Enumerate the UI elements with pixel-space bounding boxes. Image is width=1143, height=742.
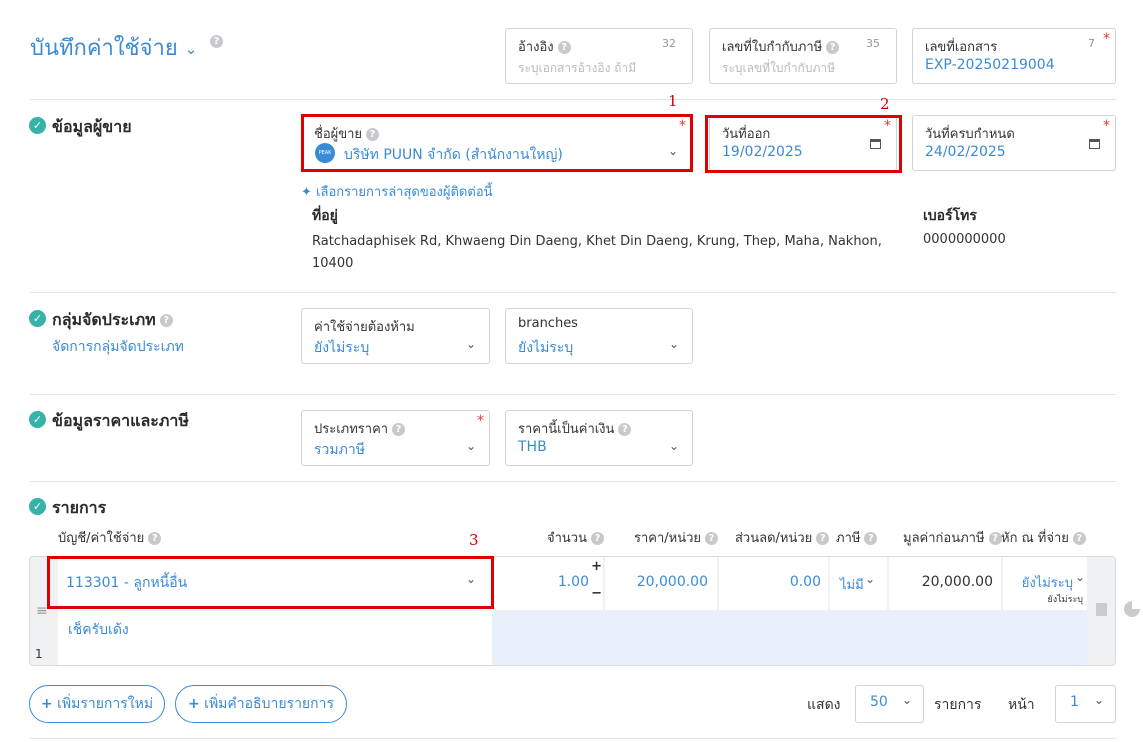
- description-extra-area: [493, 611, 1087, 665]
- page-label: หน้า: [1008, 697, 1035, 713]
- column-header-pretax: มูลค่าก่อนภาษี?: [903, 527, 1002, 548]
- plus-icon: +: [40, 696, 53, 712]
- annotation-box-3: [47, 556, 494, 609]
- annotation-label-1: 1: [668, 92, 678, 110]
- chevron-down-icon: ⌄: [466, 337, 477, 351]
- page-size-select[interactable]: 50 ⌄: [855, 685, 924, 723]
- address-label: ที่อยู่: [312, 208, 338, 224]
- divider: [30, 738, 1116, 739]
- due-date-field[interactable]: วันที่ครบกำหนด * 24/02/2025: [912, 115, 1116, 171]
- help-icon: ?: [988, 532, 1002, 545]
- document-number-value: EXP-20250219004: [925, 57, 1055, 73]
- help-icon: ?: [705, 532, 719, 545]
- section-title-pricing: ข้อมูลราคาและภาษี: [52, 411, 189, 430]
- chevron-down-icon: ⌄: [1074, 570, 1085, 584]
- check-icon: ✓: [29, 411, 46, 428]
- pick-recent-link[interactable]: ✦ เลือกรายการล่าสุดของผู้ติดต่อนี้: [301, 181, 493, 202]
- tax-select[interactable]: ไม่มี ⌄: [830, 557, 887, 610]
- address-line: 10400: [312, 256, 354, 271]
- price-type-select[interactable]: ประเภทราคา? * รวมภาษี ⌄: [301, 410, 490, 466]
- column-header-withhold: หัก ณ ที่จ่าย?: [1001, 527, 1086, 548]
- section-title-seller: ข้อมูลผู้ขาย: [52, 117, 132, 136]
- magic-wand-icon: ✦: [301, 185, 312, 200]
- due-date-value: 24/02/2025: [925, 144, 1006, 160]
- annotation-box-1: [301, 114, 693, 172]
- page-select[interactable]: 1 ⌄: [1055, 685, 1116, 723]
- chevron-down-icon: ⌄: [184, 40, 198, 58]
- section-title-category: กลุ่มจัดประเภท?: [52, 308, 173, 333]
- column-header-qty: จำนวน?: [547, 527, 604, 548]
- tax-invoice-placeholder: ระบุเลขที่ใบกำกับภาษี: [722, 61, 835, 75]
- chevron-down-icon: ⌄: [669, 439, 680, 453]
- annotation-label-2: 2: [880, 95, 890, 113]
- required-mark: *: [1103, 31, 1110, 47]
- calendar-icon[interactable]: [1089, 139, 1100, 149]
- add-description-button[interactable]: + เพิ่มคำอธิบายรายการ: [175, 685, 347, 723]
- help-icon: ?: [210, 35, 223, 48]
- decrement-icon[interactable]: −: [591, 586, 602, 601]
- divider: [30, 394, 1116, 395]
- drag-handle-icon[interactable]: ≡: [36, 603, 48, 619]
- trash-icon[interactable]: [1096, 603, 1107, 616]
- tax-invoice-field[interactable]: เลขที่ใบกำกับภาษี? 35 ระบุเลขที่ใบกำกับภ…: [709, 28, 897, 84]
- divider: [30, 292, 1116, 293]
- chevron-down-icon: ⌄: [669, 337, 680, 351]
- pretax-value: 20,000.00: [889, 557, 1001, 610]
- help-icon: ?: [591, 532, 604, 545]
- help-icon: ?: [557, 41, 571, 54]
- help-icon: ?: [826, 41, 840, 54]
- discount-input[interactable]: 0.00: [719, 557, 828, 610]
- pie-chart-icon[interactable]: [1124, 601, 1140, 617]
- document-number-field[interactable]: เลขที่เอกสาร 7 * EXP-20250219004: [912, 28, 1116, 84]
- address-line: Ratchadaphisek Rd, Khwaeng Din Daeng, Kh…: [312, 234, 882, 249]
- page-title[interactable]: บันทึกค่าใช้จ่าย ⌄: [30, 30, 197, 65]
- add-item-button[interactable]: + เพิ่มรายการใหม่: [29, 685, 165, 723]
- required-mark: *: [1103, 118, 1110, 134]
- withhold-select[interactable]: ยังไม่ระบุ ⌄ ยังไม่ระบุ: [1003, 557, 1087, 610]
- chevron-down-icon: ⌄: [902, 693, 913, 707]
- branches-select[interactable]: branches ยังไม่ระบุ ⌄: [505, 308, 693, 364]
- column-header-account: บัญชี/ค่าใช้จ่าย?: [58, 527, 162, 548]
- help-icon: ?: [159, 314, 173, 327]
- forbidden-expense-select[interactable]: ค่าใช้จ่ายต้องห้าม ยังไม่ระบุ ⌄: [301, 308, 490, 364]
- check-icon: ✓: [29, 310, 46, 327]
- check-icon: ✓: [29, 117, 46, 134]
- help-icon: ?: [618, 423, 632, 436]
- phone-label: เบอร์โทร: [923, 208, 977, 224]
- price-input[interactable]: 20,000.00: [605, 557, 717, 610]
- help-icon: ?: [1072, 532, 1086, 545]
- column-header-discount: ส่วนลด/หน่วย?: [735, 527, 830, 548]
- increment-icon[interactable]: +: [591, 559, 602, 574]
- items-label: รายการ: [934, 697, 982, 713]
- divider: [30, 99, 1116, 100]
- help-icon: ?: [148, 532, 162, 545]
- description-input[interactable]: เช็ครับเด้ง: [58, 611, 492, 665]
- reference-placeholder: ระบุเอกสารอ้างอิง ถ้ามี: [518, 61, 637, 75]
- help-icon: ?: [864, 532, 878, 545]
- show-label: แสดง: [807, 697, 841, 713]
- reference-field[interactable]: อ้างอิง? 32 ระบุเอกสารอ้างอิง ถ้ามี: [505, 28, 693, 84]
- chevron-down-icon: ⌄: [1094, 693, 1105, 707]
- currency-select[interactable]: ราคานี้เป็นค่าเงิน? THB ⌄: [505, 410, 693, 466]
- required-mark: *: [477, 413, 484, 429]
- divider: [30, 481, 1116, 482]
- annotation-label-3: 3: [469, 531, 479, 549]
- qty-input[interactable]: 1.00 + −: [493, 557, 603, 610]
- check-icon: ✓: [29, 498, 46, 515]
- help-icon: ?: [816, 532, 830, 545]
- help-icon: ?: [392, 423, 406, 436]
- annotation-box-2: [705, 115, 902, 173]
- phone-value: 0000000000: [923, 232, 1006, 247]
- row-index: 1: [35, 647, 43, 661]
- chevron-down-icon: ⌄: [466, 439, 477, 453]
- column-header-price: ราคา/หน่วย?: [634, 527, 719, 548]
- chevron-down-icon: ⌄: [865, 572, 876, 586]
- column-header-tax: ภาษี?: [836, 527, 878, 548]
- section-title-items: รายการ: [52, 498, 107, 517]
- plus-icon: +: [187, 696, 200, 712]
- manage-category-link[interactable]: จัดการกลุ่มจัดประเภท: [52, 336, 184, 358]
